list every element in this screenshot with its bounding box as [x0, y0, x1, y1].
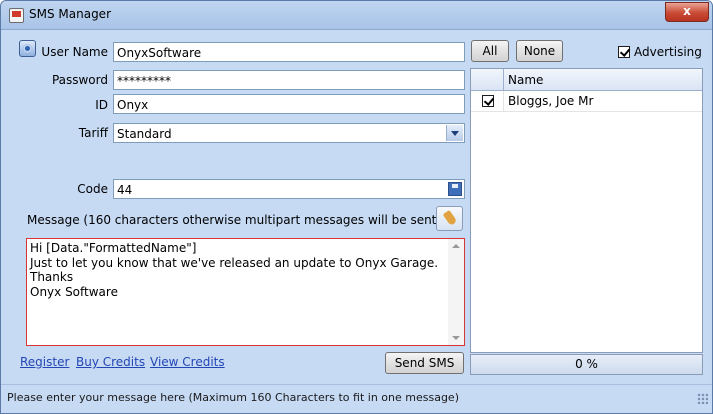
- password-input[interactable]: *********: [113, 70, 465, 90]
- select-all-button[interactable]: All: [471, 40, 509, 62]
- code-input[interactable]: 44: [113, 179, 465, 199]
- send-sms-button[interactable]: Send SMS: [385, 352, 464, 374]
- status-bar: Please enter your message here (Maximum …: [1, 384, 712, 413]
- advertising-label: Advertising: [634, 45, 702, 59]
- title-bar: SMS Manager x: [1, 1, 712, 30]
- scroll-up-icon[interactable]: [452, 244, 460, 248]
- row-divider: [503, 91, 504, 111]
- window-title: SMS Manager: [29, 7, 112, 21]
- row-checkbox[interactable]: [482, 95, 494, 107]
- close-button[interactable]: x: [665, 2, 709, 22]
- sms-manager-window: SMS Manager x User Name OnyxSoftware Pas…: [0, 0, 713, 414]
- message-line: Hi [Data."FormattedName"]: [30, 241, 197, 255]
- header-divider: [503, 69, 504, 90]
- resize-grip-icon[interactable]: [697, 393, 708, 404]
- grid-header: Name: [471, 69, 702, 91]
- id-label: ID: [95, 98, 108, 112]
- tariff-selected-value: Standard: [117, 127, 172, 141]
- advertising-checkbox[interactable]: [618, 46, 630, 58]
- username-input[interactable]: OnyxSoftware: [113, 42, 465, 62]
- view-credits-link[interactable]: View Credits: [150, 355, 225, 369]
- save-icon[interactable]: [448, 182, 462, 196]
- message-textarea[interactable]: Hi [Data."FormattedName"] Just to let yo…: [26, 238, 465, 346]
- app-icon: [9, 8, 24, 23]
- message-line: Thanks: [30, 270, 74, 285]
- recipient-name: Bloggs, Joe Mr: [508, 94, 594, 108]
- id-input[interactable]: Onyx: [113, 94, 465, 114]
- recipients-grid: Name Bloggs, Joe Mr: [470, 68, 703, 353]
- message-line: Onyx Software: [30, 284, 118, 299]
- code-label: Code: [77, 182, 108, 196]
- scroll-down-icon[interactable]: [452, 336, 460, 340]
- message-text: Hi [Data."FormattedName"] Just to let yo…: [27, 241, 438, 299]
- message-scrollbar[interactable]: [448, 239, 464, 345]
- status-text: Please enter your message here (Maximum …: [7, 391, 459, 404]
- table-row[interactable]: Bloggs, Joe Mr: [471, 91, 702, 112]
- main-panel: User Name OnyxSoftware Password ********…: [4, 30, 709, 383]
- password-label: Password: [51, 73, 108, 87]
- code-value: 44: [117, 183, 133, 197]
- message-label: Message (160 characters otherwise multip…: [27, 213, 442, 227]
- message-line: Just to let you know that we've released…: [30, 255, 439, 270]
- brush-icon[interactable]: [436, 206, 463, 231]
- buy-credits-link[interactable]: Buy Credits: [76, 355, 145, 369]
- chevron-down-icon[interactable]: [446, 125, 463, 141]
- tariff-select[interactable]: Standard: [113, 123, 465, 143]
- progress-bar: 0 %: [470, 354, 703, 375]
- tariff-label: Tariff: [78, 126, 108, 140]
- register-link[interactable]: Register: [20, 355, 69, 369]
- select-none-button[interactable]: None: [516, 40, 563, 62]
- username-label: User Name: [41, 45, 108, 59]
- name-column-header[interactable]: Name: [508, 73, 543, 87]
